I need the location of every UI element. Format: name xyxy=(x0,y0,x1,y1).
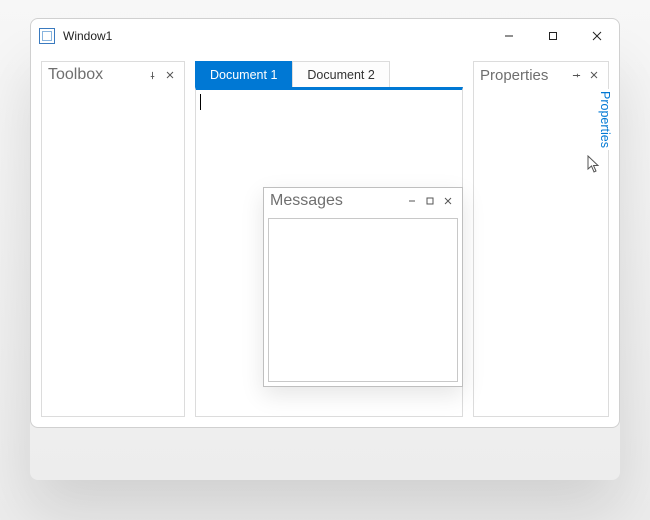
close-button[interactable] xyxy=(575,21,619,51)
messages-body xyxy=(268,218,458,382)
tab-label: Document 2 xyxy=(307,68,374,82)
minimize-button[interactable] xyxy=(487,21,531,51)
messages-title: Messages xyxy=(270,192,343,210)
maximize-button[interactable] xyxy=(531,21,575,51)
close-icon[interactable] xyxy=(586,67,602,83)
messages-floating-window[interactable]: Messages xyxy=(263,187,463,387)
properties-body xyxy=(474,88,608,416)
messages-header[interactable]: Messages xyxy=(264,188,462,214)
app-icon xyxy=(39,28,55,44)
maximize-icon[interactable] xyxy=(422,193,438,209)
properties-header[interactable]: Properties xyxy=(474,62,608,88)
tab-document-1[interactable]: Document 1 xyxy=(195,61,292,87)
autohide-tab-properties[interactable]: Properties xyxy=(597,89,613,150)
properties-title: Properties xyxy=(480,67,548,84)
toolbox-body xyxy=(42,88,184,416)
toolbox-header[interactable]: Toolbox xyxy=(42,62,184,88)
pin-icon[interactable] xyxy=(144,67,160,83)
main-window: Window1 Toolbox xyxy=(30,18,620,428)
autohide-pin-icon[interactable] xyxy=(568,67,584,83)
toolbox-title: Toolbox xyxy=(48,66,103,84)
document-tabs: Document 1 Document 2 xyxy=(195,61,463,87)
tab-document-2[interactable]: Document 2 xyxy=(292,61,389,87)
window-title: Window1 xyxy=(63,29,112,43)
mouse-cursor xyxy=(587,155,601,173)
close-icon[interactable] xyxy=(162,67,178,83)
close-icon[interactable] xyxy=(440,193,456,209)
autohide-tab-label: Properties xyxy=(598,91,612,148)
titlebar[interactable]: Window1 xyxy=(31,19,619,53)
properties-panel: Properties xyxy=(473,61,609,417)
minimize-icon[interactable] xyxy=(404,193,420,209)
text-caret xyxy=(200,94,201,110)
toolbox-panel: Toolbox xyxy=(41,61,185,417)
tab-label: Document 1 xyxy=(210,68,277,82)
